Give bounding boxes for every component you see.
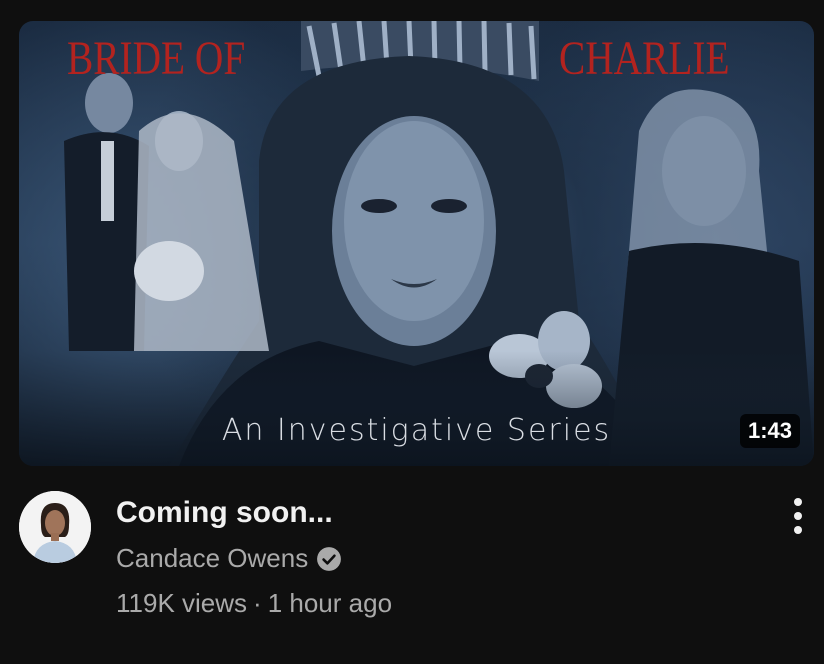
- duration-badge: 1:43: [739, 414, 800, 448]
- channel-row: Candace Owens: [116, 543, 342, 574]
- channel-name[interactable]: Candace Owens: [116, 543, 308, 574]
- more-vert-icon: [794, 498, 802, 534]
- upload-age: 1 hour ago: [267, 588, 393, 618]
- video-stats: 119K views · 1 hour ago: [116, 588, 392, 619]
- video-thumbnail[interactable]: BRIDE OF CHARLIE An Investigative Series…: [19, 21, 814, 466]
- channel-avatar[interactable]: [19, 491, 91, 563]
- thumbnail-artwork: [19, 21, 814, 466]
- view-count: 119K views: [116, 588, 248, 618]
- video-title[interactable]: Coming soon...: [116, 496, 333, 530]
- thumbnail-title-right: CHARLIE: [559, 32, 730, 85]
- thumbnail-subtitle: An Investigative Series: [221, 413, 612, 448]
- stats-separator: ·: [253, 588, 262, 618]
- verified-check-icon: [317, 546, 342, 571]
- couple-figure: [64, 73, 269, 351]
- more-options-button[interactable]: [784, 496, 812, 536]
- thumbnail-title-left: BRIDE OF: [67, 32, 246, 85]
- video-card: BRIDE OF CHARLIE An Investigative Series…: [0, 0, 824, 664]
- avatar-icon: [19, 491, 91, 563]
